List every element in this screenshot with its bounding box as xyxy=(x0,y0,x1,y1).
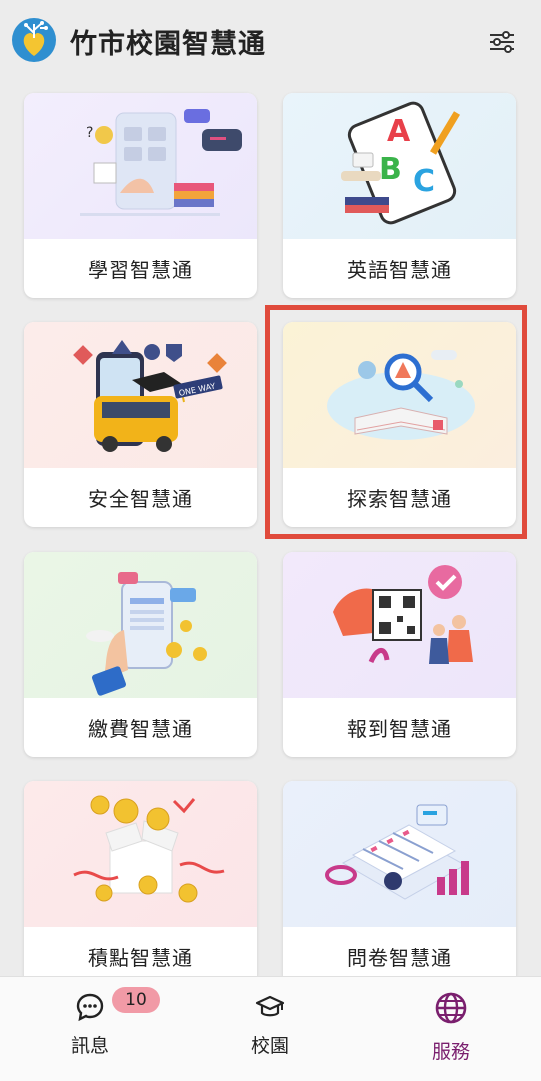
checkin-illustration xyxy=(283,552,516,698)
card-explore[interactable]: 探索智慧通 xyxy=(283,322,516,527)
unread-count-badge: 10 xyxy=(112,987,160,1013)
bottom-tab-bar: 訊息 10 校園 服務 xyxy=(0,976,541,1081)
card-label: 繳費智慧通 xyxy=(88,717,193,741)
card-checkin[interactable]: 報到智慧通 xyxy=(283,552,516,757)
card-label: 英語智慧通 xyxy=(347,258,452,282)
safety-illustration: ONE WAY xyxy=(24,322,257,468)
card-survey[interactable]: 問卷智慧通 xyxy=(283,781,516,986)
card-label: 探索智慧通 xyxy=(347,487,452,511)
card-english[interactable]: A B C 英語智慧通 xyxy=(283,93,516,298)
survey-illustration xyxy=(283,781,516,927)
card-safety[interactable]: ONE WAY 安全智慧通 xyxy=(24,322,257,527)
explore-illustration xyxy=(283,322,516,468)
service-grid: ? 學習智慧通 A B C 英語智慧通 ONE WAY 安全智慧通 探索智慧通 … xyxy=(0,0,541,986)
tab-messages-label: 訊息 xyxy=(70,1035,109,1057)
card-payment[interactable]: 繳費智慧通 xyxy=(24,552,257,757)
graduation-cap-icon xyxy=(255,995,285,1017)
globe-icon xyxy=(435,992,467,1024)
card-learning[interactable]: ? 學習智慧通 xyxy=(24,93,257,298)
learning-illustration: ? xyxy=(24,93,257,239)
svg-text:A: A xyxy=(387,114,411,149)
tab-campus[interactable]: 校園 xyxy=(210,977,330,1081)
card-label: 學習智慧通 xyxy=(88,258,193,282)
svg-text:C: C xyxy=(413,164,435,199)
payment-illustration xyxy=(24,552,257,698)
tab-services[interactable]: 服務 xyxy=(391,977,511,1081)
card-points[interactable]: 積點智慧通 xyxy=(24,781,257,986)
chat-bubble-icon xyxy=(76,993,104,1022)
svg-text:?: ? xyxy=(86,125,93,141)
card-label: 報到智慧通 xyxy=(347,717,452,741)
svg-text:B: B xyxy=(379,152,402,187)
english-illustration: A B C xyxy=(283,93,516,239)
tab-services-label: 服務 xyxy=(431,1041,470,1063)
card-label: 安全智慧通 xyxy=(88,487,193,511)
tab-campus-label: 校園 xyxy=(250,1035,289,1057)
points-illustration xyxy=(24,781,257,927)
